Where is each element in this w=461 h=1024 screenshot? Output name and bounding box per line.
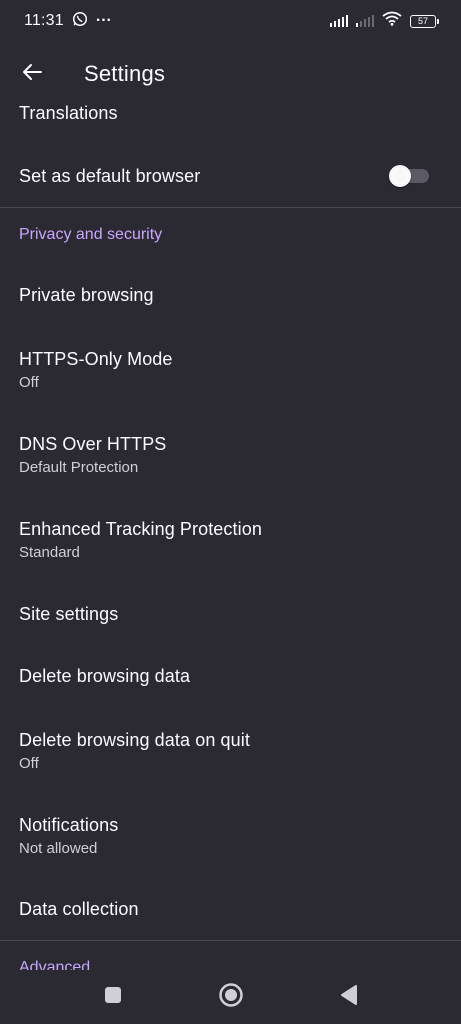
delete-browsing-data-label: Delete browsing data [19,665,191,686]
battery-level: 57 [410,14,436,28]
triangle-back-icon [340,984,358,1010]
delete-on-quit-item[interactable]: Delete browsing data on quit Off [0,718,461,784]
https-only-value: Off [19,374,39,391]
delete-on-quit-label: Delete browsing data on quit [19,730,250,750]
square-icon [104,986,122,1009]
data-collection-label: Data collection [19,898,139,919]
wifi-icon [382,11,402,31]
translations-item[interactable]: Translations [0,96,461,130]
delete-browsing-data-item[interactable]: Delete browsing data [0,647,461,705]
status-left: 11:31 ··· [24,11,112,32]
signal-secondary-icon [356,15,374,27]
tracking-protection-label: Enhanced Tracking Protection [19,519,262,539]
default-browser-item[interactable]: Set as default browser [0,146,461,206]
toggle-knob [389,165,411,187]
notifications-label: Notifications [19,815,119,835]
page-title: Settings [84,61,166,86]
arrow-left-icon [20,60,44,89]
signal-icon [330,15,348,27]
dns-over-https-item[interactable]: DNS Over HTTPS Default Protection [0,422,461,488]
tracking-protection-value: Standard [19,544,80,561]
privacy-section-header: Privacy and security [19,226,163,243]
private-browsing-item[interactable]: Private browsing [0,266,461,324]
notifications-item[interactable]: Notifications Not allowed [0,803,461,869]
dns-over-https-value: Default Protection [19,459,139,476]
tracking-protection-item[interactable]: Enhanced Tracking Protection Standard [0,507,461,573]
translations-label: Translations [19,102,118,123]
divider [0,940,461,941]
nav-home-button[interactable] [211,977,251,1017]
battery-icon: 57 [410,14,439,28]
settings-screen: 11:31 ··· 57 Settings Translations Set a… [0,0,461,1024]
status-time: 11:31 [24,12,64,29]
default-browser-toggle[interactable] [389,165,429,187]
circle-icon [218,982,244,1013]
status-right: 57 [330,11,439,31]
notifications-value: Not allowed [19,840,98,857]
delete-on-quit-value: Off [19,755,39,772]
status-bar: 11:31 ··· 57 [0,0,461,42]
divider [0,207,461,208]
whatsapp-icon [72,11,88,32]
system-nav-bar [0,970,461,1024]
https-only-label: HTTPS-Only Mode [19,349,173,369]
overflow-dots: ··· [95,12,112,29]
site-settings-item[interactable]: Site settings [0,585,461,643]
https-only-item[interactable]: HTTPS-Only Mode Off [0,337,461,403]
dns-over-https-label: DNS Over HTTPS [19,434,167,454]
nav-recents-button[interactable] [93,977,133,1017]
private-browsing-label: Private browsing [19,284,154,305]
site-settings-label: Site settings [19,603,119,624]
nav-back-button[interactable] [329,977,369,1017]
data-collection-item[interactable]: Data collection [0,880,461,938]
